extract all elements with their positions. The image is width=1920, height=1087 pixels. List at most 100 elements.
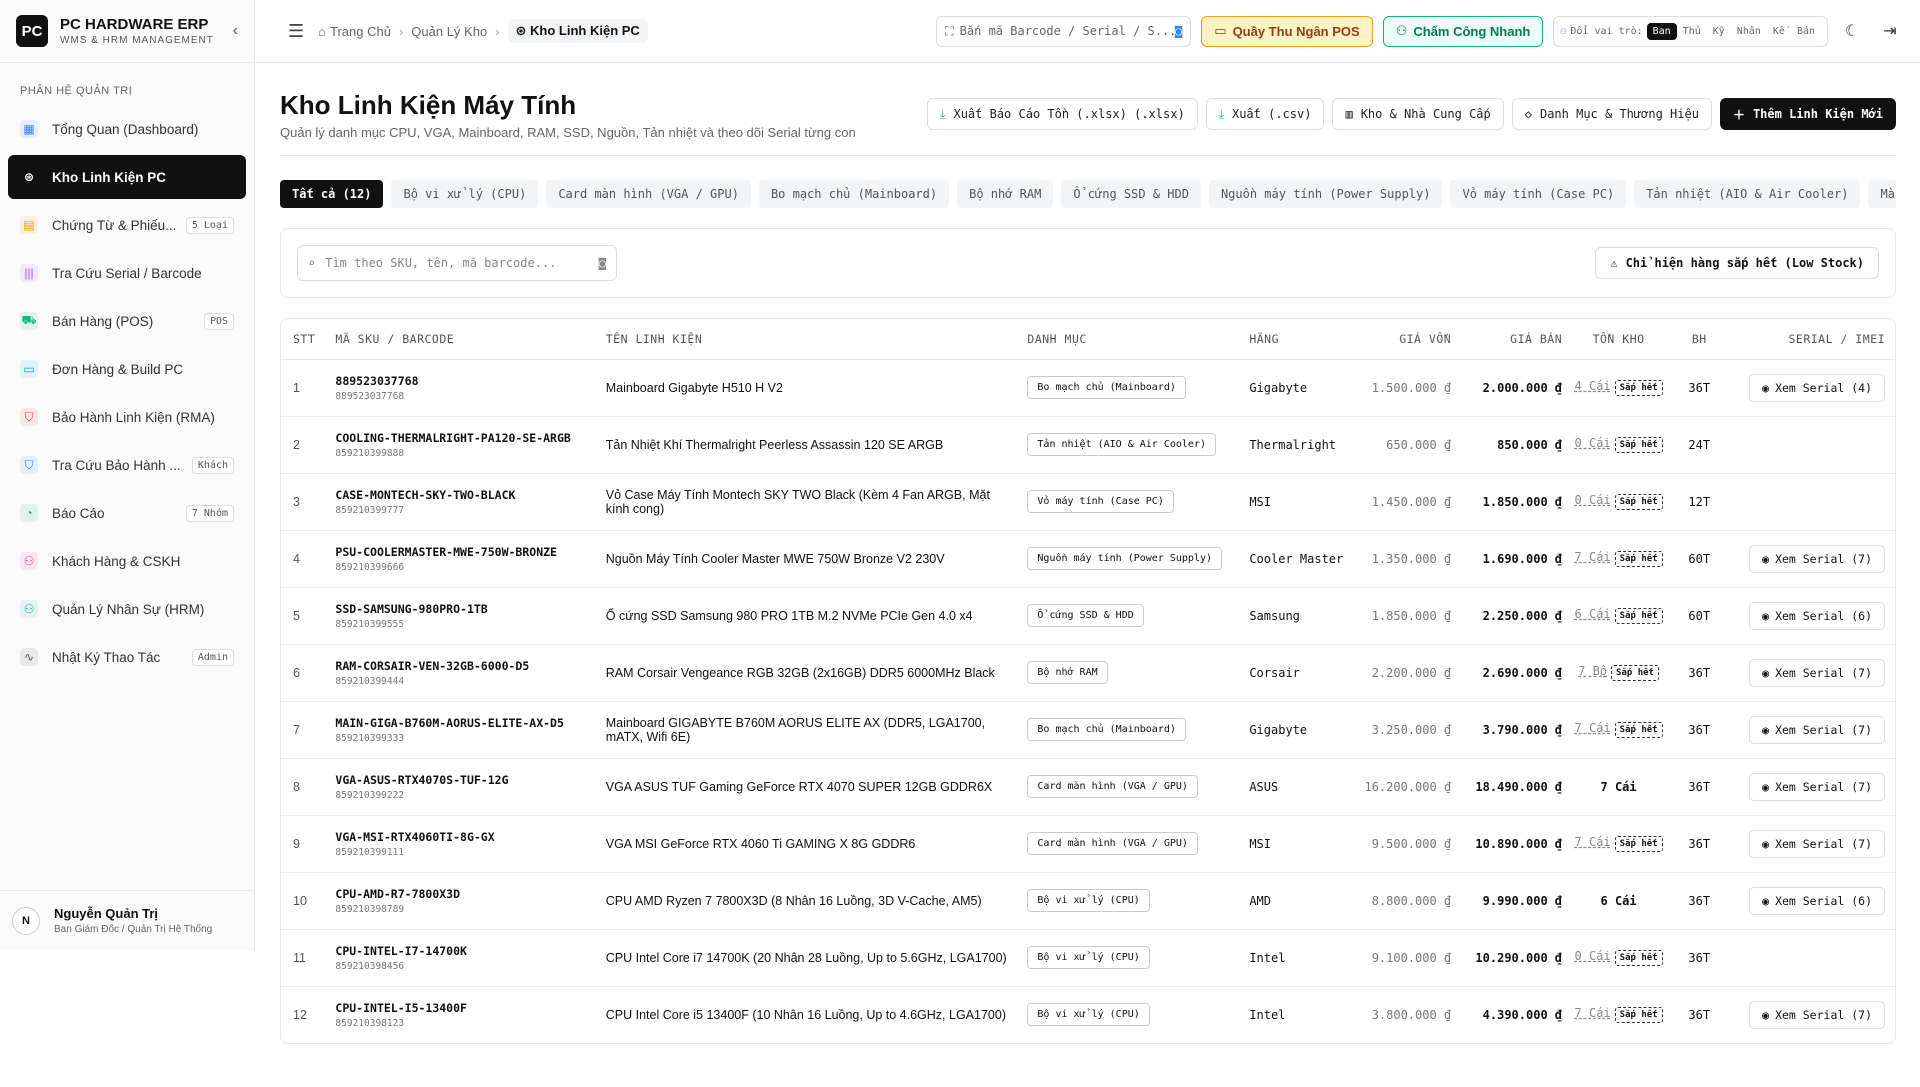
stock-qty: 7 Bộ: [1578, 664, 1608, 678]
component-name: VGA ASUS TUF Gaming GeForce RTX 4070 SUP…: [599, 758, 1022, 816]
user-profile[interactable]: N Nguyễn Quản Trị Ban Giám Đốc / Quản Tr…: [0, 890, 254, 950]
warranty: 60T: [1669, 530, 1730, 588]
camera-icon[interactable]: ◙: [599, 256, 606, 270]
tab-category[interactable]: Màn hình: [1868, 180, 1896, 208]
component-name: CPU Intel Core i7 14700K (20 Nhân 28 Luồ…: [599, 929, 1022, 987]
nav-icon: ▭: [20, 360, 38, 378]
add-component-button[interactable]: ＋ Thêm Linh Kiện Mới: [1719, 98, 1896, 130]
chevron-left-icon[interactable]: ‹: [233, 22, 238, 40]
building-icon: ▥: [1345, 107, 1353, 121]
table-row[interactable]: 3 CASE-MONTECH-SKY-TWO-BLACK 859210399777…: [281, 473, 1895, 531]
category-brand-button[interactable]: ◇ Danh Mục & Thương Hiệu: [1511, 98, 1712, 130]
sidebar-item-1[interactable]: ⊛ Kho Linh Kiện PC: [8, 155, 246, 199]
table-row[interactable]: 1 889523037768 889523037768 Mainboard Gig…: [281, 359, 1895, 417]
sidebar-item-badge: Admin: [191, 648, 234, 666]
barcode-scan-input[interactable]: ⛶ Bắn mã Barcode / Serial / S... ◙: [936, 15, 1192, 47]
view-serial-button[interactable]: ◉ Xem Serial (7): [1749, 658, 1885, 687]
tab-category[interactable]: Bộ nhớ RAM: [957, 180, 1054, 208]
eye-icon: ◉: [1762, 779, 1770, 794]
sidebar-item-3[interactable]: ||| Tra Cứu Serial / Barcode: [8, 251, 246, 295]
table-row[interactable]: 10 CPU-AMD-R7-7800X3D 859210398789 CPU AM…: [281, 872, 1895, 930]
sidebar-item-0[interactable]: ▦ Tổng Quan (Dashboard): [8, 107, 246, 151]
role-option[interactable]: Bán: [1791, 23, 1821, 40]
role-option[interactable]: Kỹ: [1707, 23, 1731, 40]
warranty: 36T: [1669, 815, 1730, 873]
row-index: 11: [281, 929, 330, 987]
dark-mode-icon[interactable]: ☾: [1838, 17, 1866, 45]
app-logo: PC: [16, 15, 48, 47]
table-row[interactable]: 5 SSD-SAMSUNG-980PRO-1TB 859210399555 Ổ c…: [281, 587, 1895, 645]
export-xlsx-button[interactable]: ⤓ Xuất Báo Cáo Tồn (.xlsx) (.xlsx): [927, 98, 1198, 130]
view-serial-button[interactable]: ◉ Xem Serial (7): [1749, 544, 1885, 573]
brand: Gigabyte: [1243, 359, 1355, 417]
view-serial-button[interactable]: ◉ Xem Serial (7): [1749, 715, 1885, 744]
view-serial-button[interactable]: ◉ Xem Serial (7): [1749, 772, 1885, 801]
tab-category[interactable]: Card màn hình (VGA / GPU): [546, 180, 751, 208]
role-option[interactable]: Kế: [1767, 23, 1791, 40]
table-row[interactable]: 11 CPU-INTEL-I7-14700K 859210398456 CPU I…: [281, 929, 1895, 987]
pos-cashier-button[interactable]: ▭ Quầy Thu Ngân POS: [1201, 15, 1373, 47]
tab-category[interactable]: Tản nhiệt (AIO & Air Cooler): [1634, 180, 1861, 208]
breadcrumb-home[interactable]: Trang Chủ: [330, 24, 391, 39]
role-option[interactable]: Ban: [1646, 22, 1677, 40]
view-serial-button[interactable]: ◉ Xem Serial (6): [1749, 886, 1885, 915]
tab-category[interactable]: Ổ cứng SSD & HDD: [1061, 180, 1201, 208]
view-serial-button[interactable]: ◉ Xem Serial (7): [1749, 1000, 1885, 1029]
table-row[interactable]: 8 VGA-ASUS-RTX4070S-TUF-12G 859210399222 …: [281, 758, 1895, 816]
export-csv-button[interactable]: ⤓ Xuất (.csv): [1205, 98, 1325, 130]
table-row[interactable]: 12 CPU-INTEL-I5-13400F 859210398123 CPU I…: [281, 986, 1895, 1043]
tag-icon: ◇: [1524, 107, 1532, 121]
cost-price: 9.500.000 ₫: [1354, 815, 1458, 873]
row-index: 7: [281, 701, 330, 759]
tab-category[interactable]: Bo mạch chủ (Mainboard): [758, 180, 950, 208]
role-option[interactable]: Thủ: [1677, 23, 1707, 40]
search-input[interactable]: ⌕ Tìm theo SKU, tên, mã barcode... ◙: [297, 245, 617, 281]
brand: MSI: [1243, 815, 1355, 873]
table-row[interactable]: 4 PSU-COOLERMASTER-MWE-750W-BRONZE 859210…: [281, 530, 1895, 588]
warranty: 36T: [1669, 758, 1730, 816]
page-subtitle: Quản lý danh mục CPU, VGA, Mainboard, RA…: [280, 125, 856, 140]
sidebar-item-5[interactable]: ▭ Đơn Hàng & Build PC: [8, 347, 246, 391]
tab-category[interactable]: Nguồn máy tính (Power Supply): [1208, 180, 1443, 208]
cost-price: 650.000 ₫: [1354, 416, 1458, 474]
sidebar-item-9[interactable]: ⚇ Khách Hàng & CSKH: [8, 539, 246, 583]
table-row[interactable]: 2 COOLING-THERMALRIGHT-PA120-SE-ARGB 8592…: [281, 416, 1895, 474]
nav-icon: ⛟: [20, 312, 38, 330]
stock-qty: 7 Cái: [1574, 1006, 1611, 1021]
warehouse-supplier-button[interactable]: ▥ Kho & Nhà Cung Cấp: [1332, 98, 1504, 130]
sidebar-item-10[interactable]: ⚇ Quản Lý Nhân Sự (HRM): [8, 587, 246, 631]
logout-icon[interactable]: ⇥: [1876, 17, 1904, 45]
barcode: 859210399444: [335, 675, 405, 687]
cost-price: 1.350.000 ₫: [1354, 530, 1458, 588]
tab-category[interactable]: Tất cả (12): [280, 180, 384, 208]
sale-price: 10.890.000 ₫: [1457, 815, 1569, 873]
sidebar-item-4[interactable]: ⛟ Bán Hàng (POS) POS: [8, 299, 246, 343]
view-serial-button[interactable]: ◉ Xem Serial (6): [1749, 601, 1885, 630]
sidebar-item-8[interactable]: ◔ Báo Cáo 7 Nhóm: [8, 491, 246, 535]
sidebar-item-11[interactable]: ∿ Nhật Ký Thao Tác Admin: [8, 635, 246, 679]
barcode: 859210399111: [335, 846, 405, 858]
nav-icon: ⚇: [20, 552, 38, 570]
sidebar-item-7[interactable]: ⛉ Tra Cứu Bảo Hành ... Khách: [8, 443, 246, 487]
sidebar-item-6[interactable]: ⛉ Bảo Hành Linh Kiện (RMA): [8, 395, 246, 439]
role-option[interactable]: Nhân: [1731, 23, 1767, 40]
low-stock-toggle[interactable]: ⚠ Chỉ hiện hàng sắp hết (Low Stock): [1595, 247, 1879, 279]
table-row[interactable]: 7 MAIN-GIGA-B760M-AORUS-ELITE-AX-D5 85921…: [281, 701, 1895, 759]
quick-attendance-button[interactable]: ⚇ Chấm Công Nhanh: [1382, 15, 1544, 47]
tab-category[interactable]: Bộ vi xử lý (CPU): [391, 180, 539, 208]
nav-icon: ▦: [20, 120, 38, 138]
view-serial-button[interactable]: ◉ Xem Serial (4): [1749, 373, 1885, 402]
breadcrumb-warehouse[interactable]: Quản Lý Kho: [411, 24, 487, 39]
stock-qty: 7 Cái: [1574, 835, 1611, 849]
tab-category[interactable]: Vỏ máy tính (Case PC): [1450, 180, 1627, 208]
sku: VGA-ASUS-RTX4070S-TUF-12G: [335, 772, 509, 787]
sidebar-item-2[interactable]: ▤ Chứng Từ & Phiếu... 5 Loại: [8, 203, 246, 247]
menu-icon[interactable]: ☰: [288, 21, 304, 42]
table-row[interactable]: 6 RAM-CORSAIR-VEN-32GB-6000-D5 8592103994…: [281, 644, 1895, 702]
view-serial-button[interactable]: ◉ Xem Serial (7): [1749, 829, 1885, 858]
camera-icon[interactable]: ◙: [1175, 24, 1182, 38]
sku: MAIN-GIGA-B760M-AORUS-ELITE-AX-D5: [335, 715, 564, 730]
table-row[interactable]: 9 VGA-MSI-RTX4060TI-8G-GX 859210399111 VG…: [281, 815, 1895, 873]
stock-qty: 4 Cái: [1574, 379, 1611, 393]
sale-price: 2.250.000 ₫: [1457, 587, 1569, 645]
